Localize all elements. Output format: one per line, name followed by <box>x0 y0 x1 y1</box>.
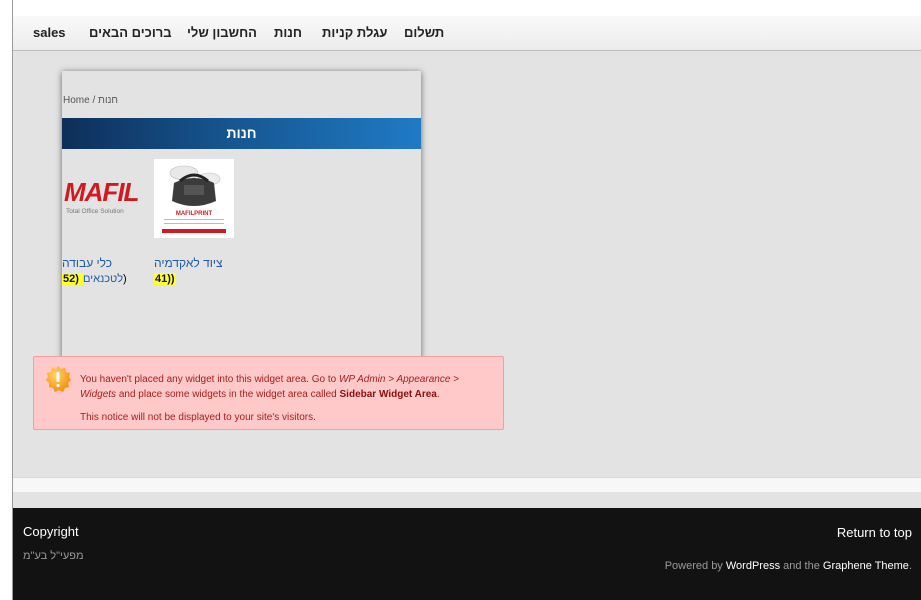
powered-by-text: Powered by <box>664 560 726 572</box>
main-nav: sales ברוכים הבאים החשבון שלי חנות עגלת … <box>13 16 921 51</box>
top-strip <box>13 0 921 16</box>
nav-item-sales[interactable]: sales <box>33 25 66 40</box>
product-title[interactable]: כלי עבודה <box>62 256 112 270</box>
breadcrumb-separator: / <box>89 95 99 106</box>
notice-message: You haven't placed any widget into this … <box>80 372 490 402</box>
breadcrumb: Home / חנות <box>63 95 118 106</box>
nav-item-shop[interactable]: חנות <box>274 25 302 40</box>
notice-visitor-note: This notice will not be displayed to you… <box>80 412 316 423</box>
graphene-theme-link[interactable]: Graphene Theme <box>823 560 909 572</box>
category-title: חנות <box>226 125 257 141</box>
content-bottom-strip <box>13 477 921 492</box>
product-count-close: ) <box>123 273 127 285</box>
widget-notice: You haven't placed any widget into this … <box>33 356 504 430</box>
powered-by-end: . <box>908 560 912 572</box>
category-title-bar: חנות <box>62 118 421 149</box>
notice-text: You haven't placed any widget into this … <box>80 374 339 385</box>
return-to-top-link[interactable]: Return to top <box>837 525 912 540</box>
powered-by: Powered by WordPress and the Graphene Th… <box>665 560 912 572</box>
notice-text-end: . <box>436 389 440 400</box>
mafil-logo-subtext: Total Office Solution <box>66 208 124 215</box>
product-title[interactable]: ציוד לאקדמיה <box>154 256 223 270</box>
nav-item-cart[interactable]: עגלת קניות <box>322 25 387 40</box>
footer-company: מפעי"ל בע"מ <box>23 550 84 562</box>
notice-text-mid: and place some widgets in the widget are… <box>116 389 340 400</box>
warning-icon <box>46 366 71 392</box>
breadcrumb-home-link[interactable]: Home <box>63 95 90 106</box>
breadcrumb-current: חנות <box>98 95 119 106</box>
nav-item-my-account[interactable]: החשבון שלי <box>187 25 257 40</box>
mafilprint-logo-text: MAFILPRINT <box>176 211 213 217</box>
product-count-label: לטכנאים <box>82 273 124 285</box>
notice-widget-area: Sidebar Widget Area <box>339 389 437 400</box>
product-count: 52) <box>62 273 83 285</box>
mafil-logo-text: MAFIL <box>64 177 139 207</box>
product-count: 41)) <box>154 273 176 285</box>
mafil-logo-image: MAFIL Total Office Solution <box>64 177 140 215</box>
footer-copyright: Copyright <box>23 524 79 539</box>
mafilprint-image: MAFILPRINT <box>154 159 234 238</box>
wordpress-link[interactable]: WordPress <box>726 560 780 572</box>
nav-item-checkout[interactable]: תשלום <box>404 25 444 40</box>
page: sales ברוכים הבאים החשבון שלי חנות עגלת … <box>12 0 921 600</box>
product-category-academy[interactable]: MAFILPRINT ציוד לאקדמיה 41)) <box>154 159 244 289</box>
product-category-tools[interactable]: MAFIL Total Office Solution כלי עבודה 52… <box>62 159 152 289</box>
footer: Copyright מפעי"ל בע"מ Return to top Powe… <box>13 508 921 600</box>
powered-by-mid: and the <box>780 560 823 572</box>
nav-item-welcome[interactable]: ברוכים הבאים <box>89 25 172 40</box>
content-card: Home / חנות חנות MAFIL Total Office Solu… <box>62 71 421 361</box>
